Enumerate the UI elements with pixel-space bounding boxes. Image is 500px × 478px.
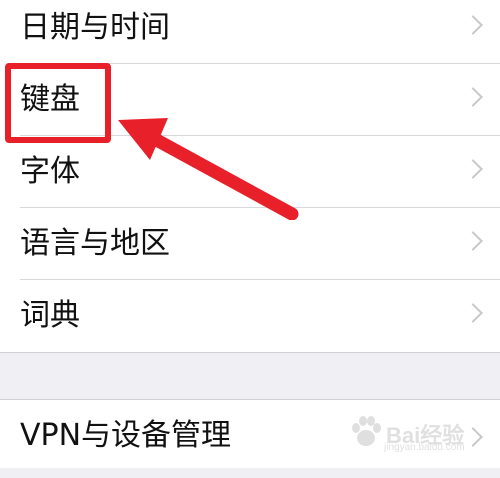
settings-row-date-time[interactable]: 日期与时间 (0, 0, 500, 64)
chevron-right-icon (463, 15, 483, 35)
settings-row-label: 日期与时间 (20, 10, 170, 45)
settings-row-keyboard[interactable]: 键盘 (0, 64, 500, 136)
group-bottom-border (0, 352, 500, 353)
chevron-right-icon (463, 159, 483, 179)
settings-group-general: 日期与时间 键盘 字体 语言与地区 词典 (0, 0, 500, 352)
settings-row-label: 字体 (20, 154, 80, 189)
settings-row-dictionary[interactable]: 词典 (0, 280, 500, 352)
settings-row-language-region[interactable]: 语言与地区 (0, 208, 500, 280)
settings-row-label: 语言与地区 (20, 226, 170, 261)
settings-row-label: 词典 (20, 298, 80, 333)
chevron-right-icon (463, 303, 483, 323)
settings-row-label: 键盘 (20, 82, 80, 117)
chevron-right-icon (463, 87, 483, 107)
chevron-right-icon (463, 427, 483, 447)
settings-row-fonts[interactable]: 字体 (0, 136, 500, 208)
settings-row-label: VPN与设备管理 (20, 418, 232, 453)
settings-screen: 日期与时间 键盘 字体 语言与地区 词典 VPN与设备管理 Bai经验 jing… (0, 0, 500, 478)
settings-group-vpn: VPN与设备管理 (0, 400, 500, 468)
settings-row-vpn-device-management[interactable]: VPN与设备管理 (0, 400, 500, 468)
bottom-background (0, 468, 500, 478)
chevron-right-icon (463, 231, 483, 251)
